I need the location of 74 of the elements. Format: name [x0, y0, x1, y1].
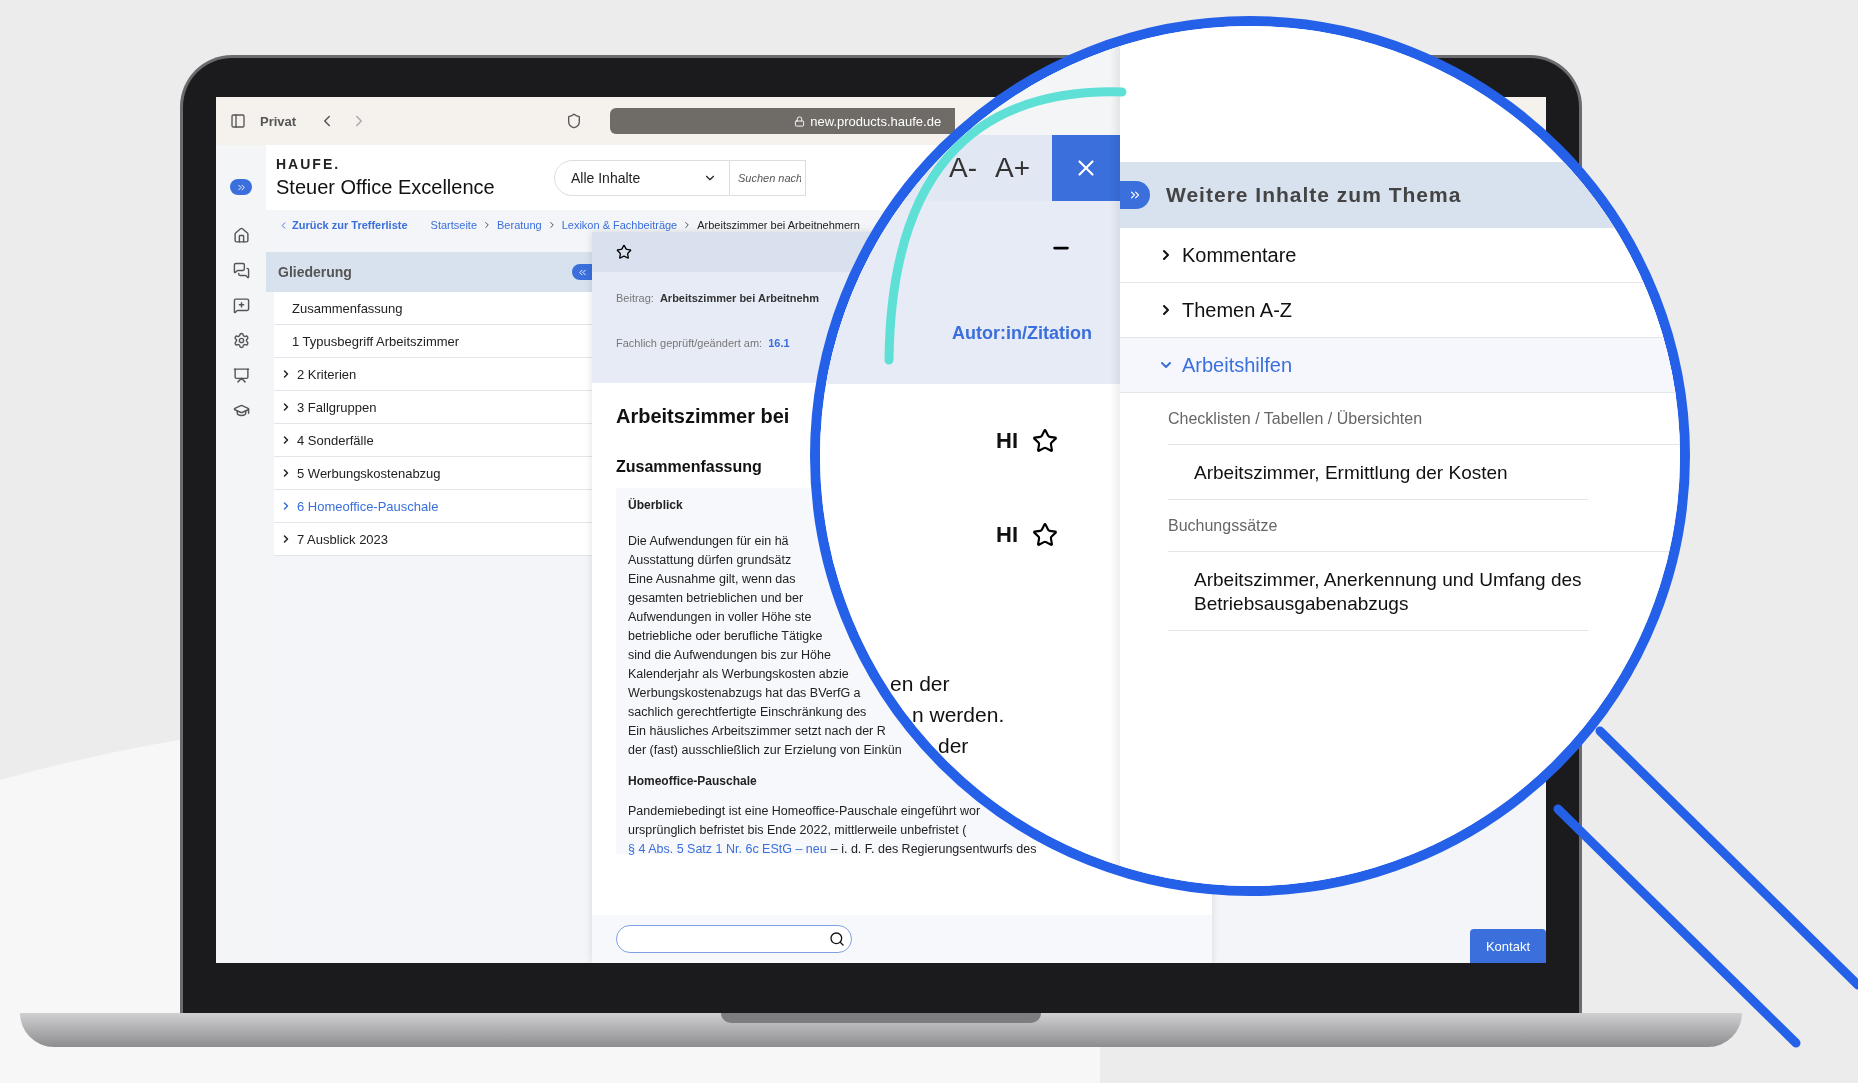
- find-field[interactable]: [616, 925, 852, 953]
- text-line: Werbungskostenabzugs hat das BVerfG a: [628, 685, 861, 702]
- text-line: Die Aufwendungen für ein hä: [628, 533, 789, 550]
- collapse-button[interactable]: [572, 264, 592, 280]
- settings-icon[interactable]: [232, 332, 250, 349]
- sidebar-icon[interactable]: [230, 113, 246, 129]
- brand-logo: HAUFE.: [276, 156, 341, 172]
- shield-icon[interactable]: [566, 113, 583, 129]
- highlight-button[interactable]: HI: [996, 428, 1018, 454]
- outline-title: Gliederung: [278, 264, 352, 280]
- review-date: Fachlich geprüft/geändert am: 16.1: [616, 337, 791, 349]
- text-line: Kalenderjahr als Werbungskosten abzie: [628, 666, 849, 683]
- outline-item[interactable]: 6 Homeoffice-Pauschale: [274, 490, 592, 523]
- back-link[interactable]: Zurück zur Trefferliste: [278, 219, 408, 231]
- box-title: Überblick: [628, 498, 683, 512]
- text-line: Ein häusliches Arbeitszimmer setzt nach der R: [628, 723, 886, 740]
- highlight-button[interactable]: HI: [996, 522, 1018, 548]
- star-icon[interactable]: [1032, 522, 1058, 548]
- document-link[interactable]: Arbeitszimmer, Ermittlung der Kosten: [1168, 445, 1588, 500]
- article-meta: Beitrag: Arbeitszimmer bei Arbeitnehm: [616, 292, 821, 304]
- font-larger-button[interactable]: A+: [994, 152, 1030, 184]
- presentation-icon[interactable]: [232, 367, 250, 384]
- search-field[interactable]: Suchen nach: [730, 159, 806, 196]
- author-citation-link[interactable]: Autor:in/Zitation: [952, 323, 1092, 344]
- related-title: Weitere Inhalte zum Thema: [1166, 183, 1462, 207]
- text-line: Pandemiebedingt ist eine Homeoffice-Pauschale eingeführt wor: [628, 803, 981, 820]
- chat-bubbles-icon[interactable]: [232, 262, 250, 279]
- star-icon[interactable]: [1032, 428, 1058, 454]
- home-icon[interactable]: [232, 227, 250, 244]
- scope-dropdown[interactable]: Alle Inhalte: [554, 159, 730, 196]
- chat-plus-icon[interactable]: [232, 297, 250, 314]
- text-line: Ausstattung dürfen grundsätz: [628, 552, 792, 569]
- outline-item[interactable]: 1 Typusbegriff Arbeitszimmer: [274, 325, 592, 358]
- breadcrumb-link[interactable]: Lexikon & Fachbeiträge: [561, 219, 678, 231]
- text-line: gesamten betrieblichen und ber: [628, 590, 804, 607]
- outline-item[interactable]: 7 Ausblick 2023: [274, 523, 592, 556]
- document-link[interactable]: Arbeitszimmer, Anerkennung und Umfang des Betriebsausgabenabzugs: [1168, 552, 1588, 631]
- text-line: – i. d. F. des Regierungsentwurfs des: [830, 842, 1037, 856]
- star-icon[interactable]: [616, 244, 632, 260]
- section-heading: Zusammenfassung: [616, 458, 763, 476]
- text-line: sachlich gerechtfertigte Einschränkung des: [628, 704, 867, 721]
- text-line: Eine Ausnahme gilt, wenn das: [628, 571, 796, 588]
- category-label: Checklisten / Tabellen / Übersichten: [1168, 393, 1680, 445]
- category-label: Buchungssätze: [1168, 500, 1680, 552]
- outline-item[interactable]: 5 Werbungskostenabzug: [274, 457, 592, 490]
- text-line: der (fast) ausschließlich zur Erzielung von Einkün: [628, 742, 902, 759]
- expand-button[interactable]: [1120, 181, 1150, 209]
- graduation-cap-icon[interactable]: [232, 402, 250, 419]
- font-smaller-button[interactable]: A-: [948, 152, 977, 184]
- breadcrumb-link[interactable]: Startseite: [430, 219, 477, 231]
- text-line: der: [938, 733, 969, 759]
- text-line: sind die Aufwendungen bis zur Höhe: [628, 647, 831, 664]
- text-line: n werden.: [912, 702, 1005, 728]
- outline-item[interactable]: 3 Fallgruppen: [274, 391, 592, 424]
- contact-button[interactable]: Kontakt: [1469, 929, 1546, 963]
- outline-item[interactable]: 4 Sonderfälle: [274, 424, 592, 457]
- text-line: en der: [890, 671, 950, 697]
- outline-item[interactable]: Zusammenfassung: [274, 292, 592, 325]
- expand-button[interactable]: [230, 179, 252, 195]
- text-line: Aufwendungen in voller Höhe ste: [628, 609, 812, 626]
- subheading: Homeoffice-Pauschale: [628, 774, 757, 788]
- breadcrumb-link[interactable]: Beratung: [497, 219, 542, 231]
- text-line: betriebliche oder berufliche Tätigke: [628, 628, 823, 645]
- address-field[interactable]: new.products.haufe.de: [610, 108, 956, 134]
- lock-icon: [794, 115, 806, 127]
- outline-item[interactable]: 2 Kriterien: [274, 358, 592, 391]
- breadcrumb-link[interactable]: Arbeitszimmer bei Arbeitnehmern: [697, 219, 860, 231]
- profile-label: Privat: [260, 113, 297, 129]
- text-line: ursprünglich befristet bis Ende 2022, mittlerweile unbefristet (: [628, 822, 967, 839]
- search-icon: [829, 931, 845, 947]
- breadcrumb-separator-icon: [482, 220, 492, 230]
- double-chevron-icon: [1128, 188, 1142, 202]
- product-title: Steuer Office Excellence: [276, 176, 495, 199]
- law-link[interactable]: § 4 Abs. 5 Satz 1 Nr. 6c EStG – neu: [628, 842, 827, 856]
